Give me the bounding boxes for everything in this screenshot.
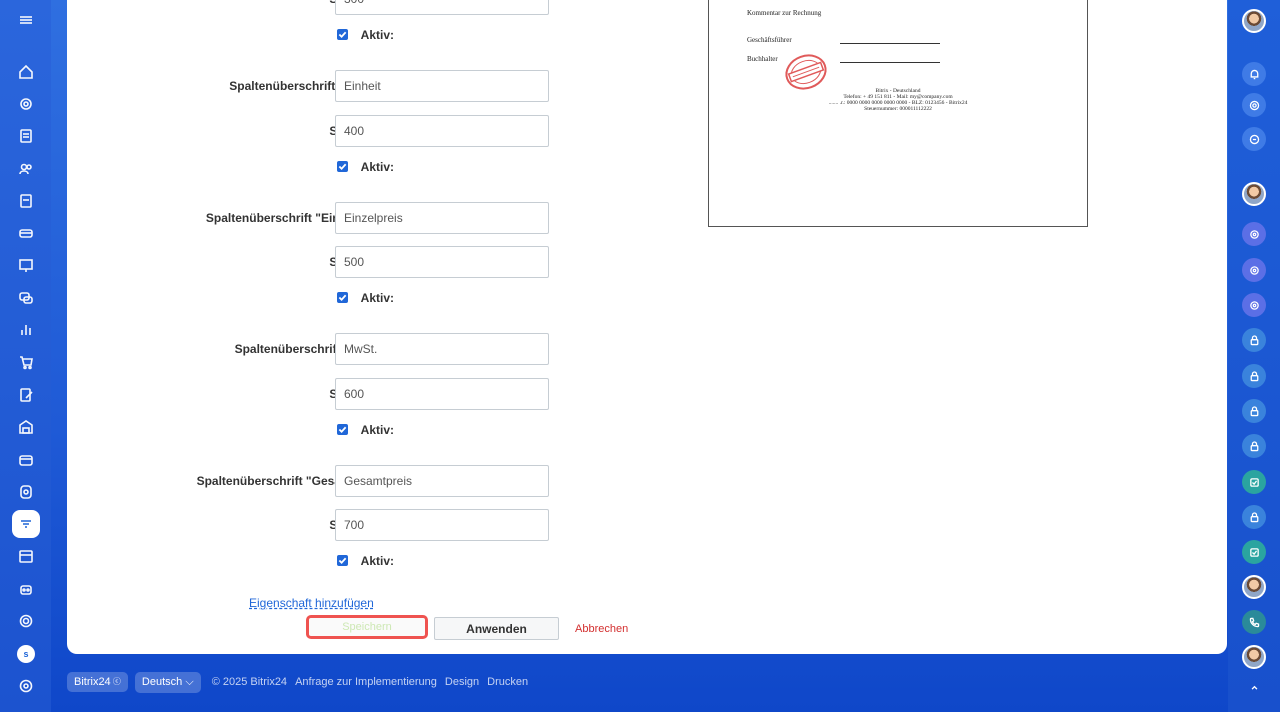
invoice-accountant-label: Buchhalter [747, 55, 778, 63]
active-checkbox[interactable] [337, 292, 348, 303]
text-input[interactable]: 400 [335, 115, 549, 147]
left-sidebar: s [0, 0, 51, 712]
invoice-footer-line: Steuernummer: 000011112222 [864, 106, 932, 112]
bell-icon[interactable] [1242, 62, 1266, 86]
avatar[interactable] [1242, 9, 1266, 33]
field-row: Sortierung:500 [67, 246, 727, 278]
invoice-icon[interactable] [12, 187, 40, 215]
storage-icon[interactable] [12, 219, 40, 247]
ceo-signature-line [840, 43, 940, 44]
chevron-up-icon[interactable] [1242, 675, 1266, 699]
field-row: Spaltenüberschrift "Einzelpreis": Einzelp… [67, 202, 727, 234]
task-icon[interactable] [1242, 470, 1266, 494]
text-input[interactable]: Einzelpreis [335, 202, 549, 234]
field-label: Aktiv: [360, 291, 394, 305]
lock-icon[interactable] [1242, 434, 1266, 458]
text-input[interactable]: 300 [335, 0, 549, 15]
stamp-icon [785, 54, 827, 90]
field-label: Aktiv: [360, 423, 394, 437]
add-property-link[interactable]: Eigenschaft hinzufügen [249, 596, 374, 610]
active-row: Aktiv: [67, 545, 727, 577]
user-avatar[interactable]: s [17, 645, 35, 663]
text-input[interactable]: 700 [335, 509, 549, 541]
avatar[interactable] [1242, 575, 1266, 599]
save-button[interactable]: Speichern [306, 615, 428, 639]
avatar[interactable] [1242, 645, 1266, 669]
robot-icon[interactable] [12, 575, 40, 603]
document-icon[interactable] [12, 122, 40, 150]
invoice-preview: Kommentar zur Rechnung Geschäftsführer B… [708, 0, 1088, 227]
lock-icon[interactable] [1242, 399, 1266, 423]
phone-icon[interactable] [1242, 610, 1266, 634]
accountant-signature-line [840, 62, 940, 63]
field-label: Aktiv: [360, 28, 394, 42]
search-chat-icon[interactable] [1242, 127, 1266, 151]
chat-channel-icon[interactable] [1242, 258, 1266, 282]
field-row: Sortierung:600 [67, 378, 727, 410]
menu-icon[interactable] [12, 6, 40, 34]
pipeline-icon[interactable] [12, 90, 40, 118]
language-select[interactable]: Deutsch ⌵ [134, 671, 201, 693]
presentation-icon[interactable] [12, 252, 40, 280]
text-input[interactable]: 500 [335, 246, 549, 278]
field-row: Spaltenüberschrift "Gesamtpreis": Gesamtp… [67, 465, 727, 497]
chat-channel-icon[interactable] [1242, 293, 1266, 317]
active-checkbox[interactable] [337, 424, 348, 435]
chat-channel-icon[interactable] [1242, 222, 1266, 246]
edit-icon[interactable] [12, 381, 40, 409]
apply-button[interactable]: Anwenden [434, 617, 559, 640]
filter-icon[interactable] [12, 510, 40, 538]
invoice-ceo-label: Geschäftsführer [747, 36, 792, 44]
active-row: Aktiv: [67, 151, 727, 183]
field-row: Sortierung:300 [67, 0, 727, 15]
field-label: Aktiv: [360, 160, 394, 174]
active-row: Aktiv: [67, 414, 727, 446]
brand-label: Bitrix24 [74, 676, 111, 688]
target-icon[interactable] [12, 607, 40, 635]
active-row: Aktiv: [67, 19, 727, 51]
settings-icon[interactable] [12, 672, 40, 700]
copyright: © 2025 Bitrix24 [211, 676, 288, 688]
field-row: Sortierung:700 [67, 509, 727, 541]
main-panel: Sortierung:300 Aktiv: Spaltenüberschrift "… [67, 0, 1227, 654]
card-icon[interactable] [12, 446, 40, 474]
lock-icon[interactable] [1242, 505, 1266, 529]
right-sidebar [1228, 0, 1280, 712]
active-checkbox[interactable] [337, 161, 348, 172]
text-input[interactable]: Gesamtpreis [335, 465, 549, 497]
field-row: Spaltenüberschrift "MwSt.": MwSt. [67, 333, 727, 365]
avatar[interactable] [1242, 182, 1266, 206]
field-row: Sortierung:400 [67, 115, 727, 147]
footer-link-design[interactable]: Design [445, 676, 479, 688]
at-icon[interactable] [1242, 93, 1266, 117]
chevron-down-icon: ⌵ [185, 675, 194, 688]
lock-icon[interactable] [1242, 364, 1266, 388]
lock-icon[interactable] [1242, 328, 1266, 352]
invoice-comment-label: Kommentar zur Rechnung [747, 9, 822, 17]
field-label: Aktiv: [360, 554, 394, 568]
active-row: Aktiv: [67, 282, 727, 314]
cart-icon[interactable] [12, 348, 40, 376]
task-icon[interactable] [1242, 540, 1266, 564]
home-icon[interactable] [12, 58, 40, 86]
loyalty-icon[interactable] [12, 478, 40, 506]
active-checkbox[interactable] [337, 29, 348, 40]
footer-link-print[interactable]: Drucken [487, 676, 528, 688]
footer: Bitrix24 ⓒ Deutsch ⌵ © 2025 Bitrix24 Anf… [67, 671, 532, 693]
warehouse-icon[interactable] [12, 413, 40, 441]
brand-badge[interactable]: Bitrix24 ⓒ [67, 672, 128, 692]
chat-icon[interactable] [12, 284, 40, 312]
footer-link-implementation[interactable]: Anfrage zur Implementierung [295, 676, 437, 688]
active-checkbox[interactable] [337, 555, 348, 566]
text-input[interactable]: Einheit [335, 70, 549, 102]
calendar-icon[interactable] [12, 542, 40, 570]
analytics-icon[interactable] [12, 316, 40, 344]
text-input[interactable]: MwSt. [335, 333, 549, 365]
contacts-icon[interactable] [12, 155, 40, 183]
text-input[interactable]: 600 [335, 378, 549, 410]
field-row: Spaltenüberschrift "Einheit": Einheit [67, 70, 727, 102]
language-label: Deutsch [141, 675, 183, 688]
cancel-link[interactable]: Abbrechen [575, 623, 628, 635]
